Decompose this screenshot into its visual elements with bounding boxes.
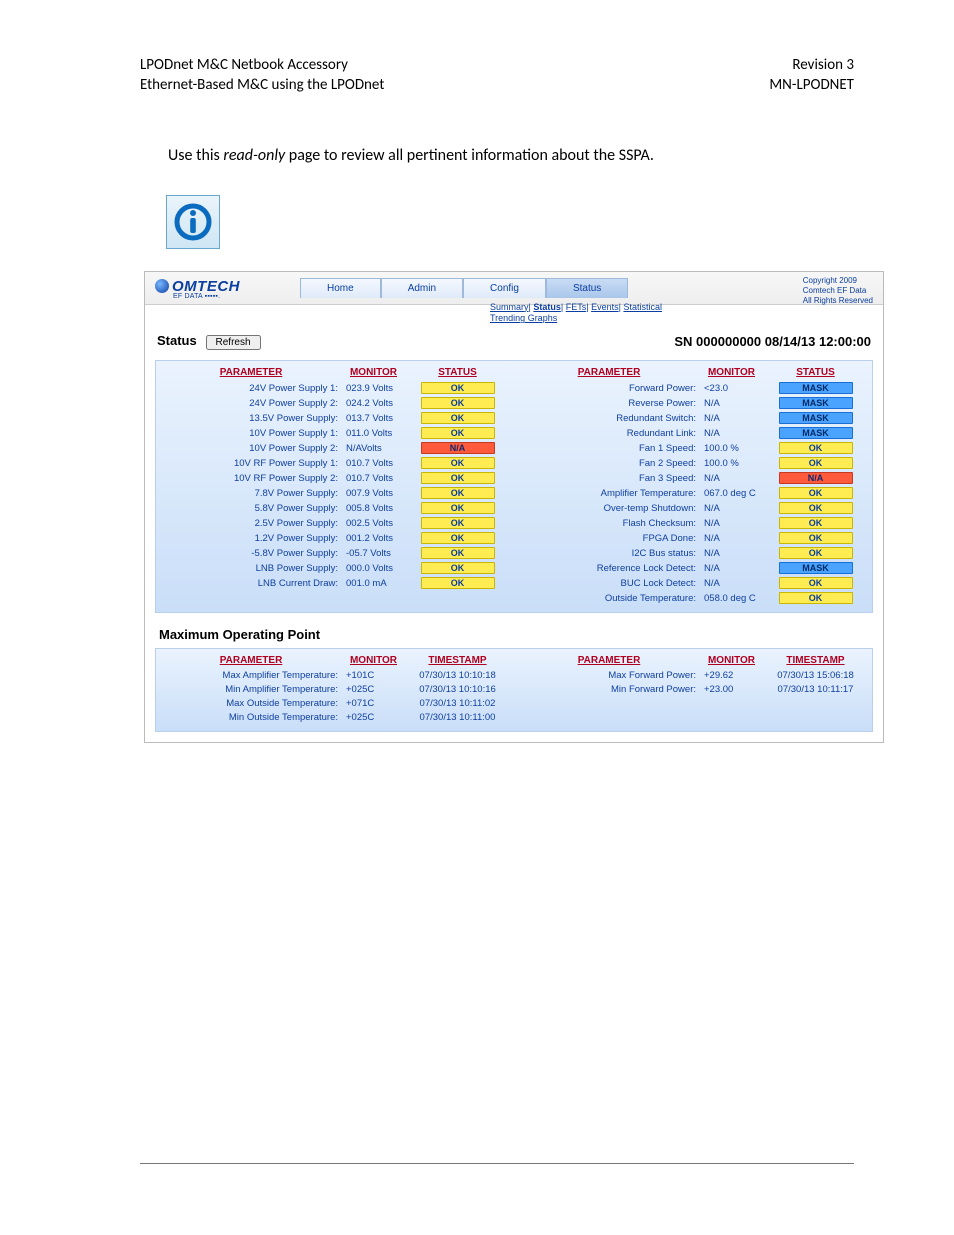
status-pill: N/A (421, 442, 495, 454)
table-row: 24V Power Supply 2:024.2 VoltsOK (160, 396, 510, 411)
table-row: I2C Bus status:N/AOK (518, 546, 868, 561)
status-table-left: PARAMETER MONITOR STATUS 24V Power Suppl… (160, 365, 510, 606)
status-pill: MASK (779, 397, 853, 409)
tab-status[interactable]: Status (546, 278, 628, 298)
status-pill: OK (421, 472, 495, 484)
table-row: Forward Power:<23.0MASK (518, 381, 868, 396)
status-pill: OK (779, 442, 853, 454)
status-pill: OK (421, 397, 495, 409)
table-row: Fan 1 Speed:100.0 %OK (518, 441, 868, 456)
status-pill: OK (779, 532, 853, 544)
table-row: 7.8V Power Supply:007.9 VoltsOK (160, 486, 510, 501)
footer-rule (140, 1163, 854, 1164)
maxop-title: Maximum Operating Point (159, 627, 883, 642)
status-pill: MASK (779, 562, 853, 574)
app-screenshot: OMTECH EF DATA ▪▪▪▪▪. Home Admin Config … (144, 271, 884, 743)
copyright: Copyright 2009 Comtech EF Data All Right… (803, 276, 873, 306)
status-pill: OK (421, 457, 495, 469)
table-row: LNB Current Draw:001.0 mAOK (160, 576, 510, 591)
sub-nav: Summary| Status| FETs| Events| Statistic… (490, 302, 662, 325)
subnav-trending[interactable]: Trending Graphs (490, 313, 557, 323)
maxop-table-right: PARAMETER MONITOR TIMESTAMP Max Forward … (518, 653, 868, 725)
maxop-table-left: PARAMETER MONITOR TIMESTAMP Max Amplifie… (160, 653, 510, 725)
table-row: BUC Lock Detect:N/AOK (518, 576, 868, 591)
table-row: Outside Temperature:058.0 deg COK (518, 591, 868, 606)
status-pill: OK (779, 502, 853, 514)
status-pill: OK (779, 487, 853, 499)
subnav-status[interactable]: Status (533, 302, 561, 312)
table-row: 13.5V Power Supply:013.7 VoltsOK (160, 411, 510, 426)
status-panel: PARAMETER MONITOR STATUS 24V Power Suppl… (155, 360, 873, 613)
table-row: 10V Power Supply 2:N/AVoltsN/A (160, 441, 510, 456)
table-row: 1.2V Power Supply:001.2 VoltsOK (160, 531, 510, 546)
table-row: -5.8V Power Supply:-05.7 VoltsOK (160, 546, 510, 561)
status-pill: OK (779, 457, 853, 469)
main-tabs: Home Admin Config Status (300, 278, 628, 298)
status-pill: OK (779, 547, 853, 559)
status-pill: OK (421, 502, 495, 514)
tab-admin[interactable]: Admin (381, 278, 463, 298)
table-row: Reverse Power:N/AMASK (518, 396, 868, 411)
table-row: Min Forward Power:+23.0007/30/13 10:11:1… (518, 683, 868, 697)
table-row: Redundant Link:N/AMASK (518, 426, 868, 441)
status-pill: N/A (779, 472, 853, 484)
table-row: Over-temp Shutdown:N/AOK (518, 501, 868, 516)
top-nav: OMTECH EF DATA ▪▪▪▪▪. Home Admin Config … (145, 272, 883, 305)
subnav-stats[interactable]: Statistical (623, 302, 662, 312)
table-row: Max Outside Temperature:+071C07/30/13 10… (160, 697, 510, 711)
header-left-2: Ethernet-Based M&C using the LPODnet (140, 75, 384, 95)
status-pill: OK (779, 577, 853, 589)
table-row: Fan 3 Speed:N/AN/A (518, 471, 868, 486)
table-row: 24V Power Supply 1:023.9 VoltsOK (160, 381, 510, 396)
table-row: 10V Power Supply 1:011.0 VoltsOK (160, 426, 510, 441)
status-pill: OK (421, 487, 495, 499)
tab-config[interactable]: Config (463, 278, 546, 298)
serial-number: SN 000000000 08/14/13 12:00:00 (674, 334, 871, 349)
refresh-button[interactable]: Refresh (206, 335, 261, 350)
subnav-events[interactable]: Events (591, 302, 619, 312)
table-row: Fan 2 Speed:100.0 %OK (518, 456, 868, 471)
table-row: 2.5V Power Supply:002.5 VoltsOK (160, 516, 510, 531)
table-row: Min Outside Temperature:+025C07/30/13 10… (160, 711, 510, 725)
status-pill: MASK (779, 412, 853, 424)
status-pill: OK (421, 577, 495, 589)
status-pill: OK (779, 517, 853, 529)
table-row: FPGA Done:N/AOK (518, 531, 868, 546)
maxop-panel: PARAMETER MONITOR TIMESTAMP Max Amplifie… (155, 648, 873, 732)
table-row: Reference Lock Detect:N/AMASK (518, 561, 868, 576)
status-pill: OK (421, 532, 495, 544)
table-row: 10V RF Power Supply 1:010.7 VoltsOK (160, 456, 510, 471)
logo: OMTECH (155, 278, 240, 295)
subnav-summary[interactable]: Summary (490, 302, 529, 312)
status-pill: OK (421, 547, 495, 559)
tab-home[interactable]: Home (300, 278, 381, 298)
status-pill: MASK (779, 427, 853, 439)
header-right-2: MN-LPODNET (769, 75, 854, 95)
status-label: Status (157, 333, 197, 348)
subnav-fets[interactable]: FETs (566, 302, 587, 312)
info-icon (166, 195, 220, 249)
status-pill: OK (421, 382, 495, 394)
status-pill: MASK (779, 382, 853, 394)
page-header: LPODnet M&C Netbook Accessory Ethernet-B… (140, 55, 854, 96)
status-pill: OK (421, 427, 495, 439)
table-row: Redundant Switch:N/AMASK (518, 411, 868, 426)
status-pill: OK (421, 412, 495, 424)
table-row: 10V RF Power Supply 2:010.7 VoltsOK (160, 471, 510, 486)
table-row: Flash Checksum:N/AOK (518, 516, 868, 531)
header-left-1: LPODnet M&C Netbook Accessory (140, 55, 384, 75)
status-pill: OK (779, 592, 853, 604)
status-pill: OK (421, 562, 495, 574)
status-pill: OK (421, 517, 495, 529)
table-row: 5.8V Power Supply:005.8 VoltsOK (160, 501, 510, 516)
table-row: Min Amplifier Temperature:+025C07/30/13 … (160, 683, 510, 697)
table-row: Amplifier Temperature:067.0 deg COK (518, 486, 868, 501)
intro-text: Use this read-only page to review all pe… (168, 146, 854, 165)
table-row: Max Amplifier Temperature:+101C07/30/13 … (160, 669, 510, 683)
header-right-1: Revision 3 (769, 55, 854, 75)
status-table-right: PARAMETER MONITOR STATUS Forward Power:<… (518, 365, 868, 606)
logo-globe-icon (155, 279, 169, 293)
table-row: LNB Power Supply:000.0 VoltsOK (160, 561, 510, 576)
table-row: Max Forward Power:+29.6207/30/13 15:06:1… (518, 669, 868, 683)
